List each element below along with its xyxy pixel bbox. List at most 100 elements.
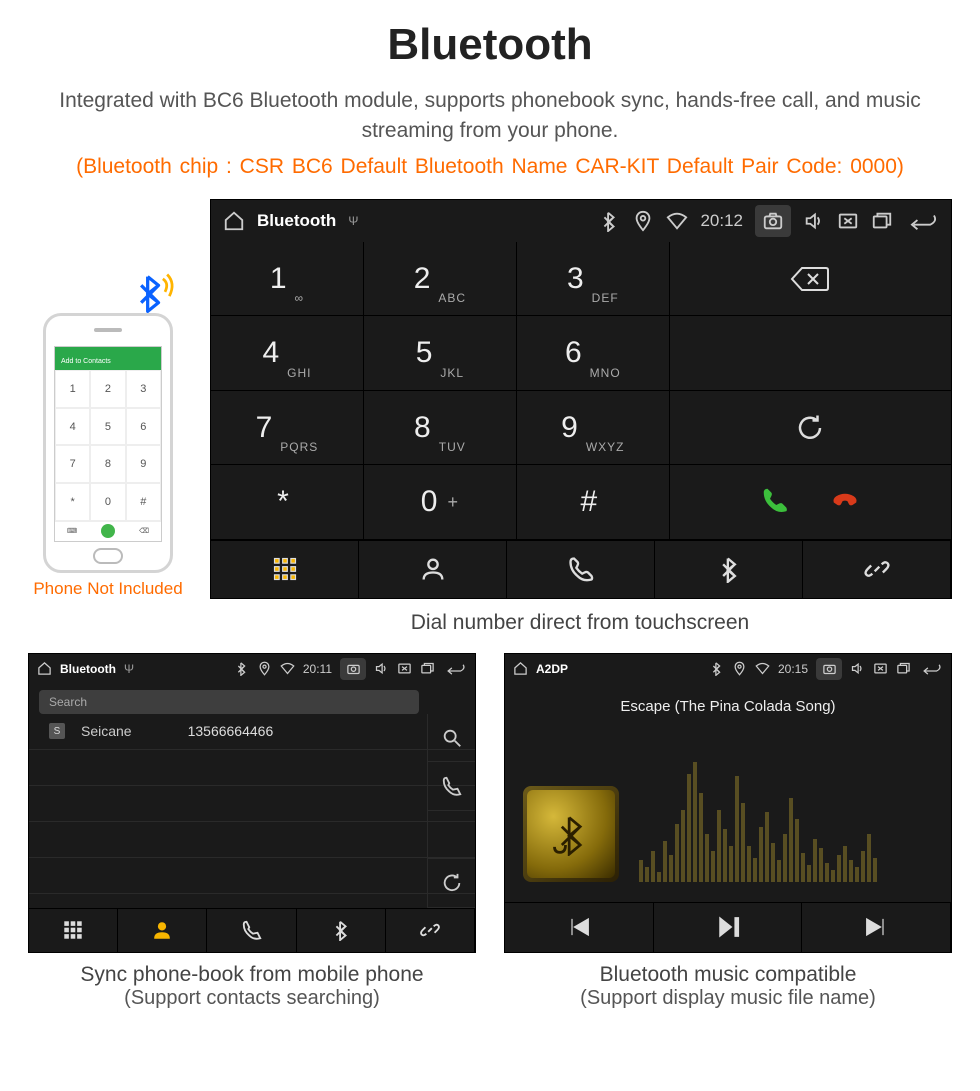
bluetooth-status-icon [234, 661, 249, 676]
dialer-screenshot: Bluetooth Ψ 20:12 1∞ 2ABC 3DEF 4GHI [210, 199, 952, 599]
screenshot-button[interactable] [816, 658, 842, 680]
back-icon[interactable] [919, 661, 943, 676]
phone-add-contacts-label: Add to Contacts [61, 358, 111, 365]
recent-apps-icon[interactable] [896, 661, 911, 676]
location-icon [632, 210, 654, 232]
phone-illustration: Add to Contacts 123 456 789 *0# ⌨⌫ Phone… [28, 313, 188, 599]
app-title: Bluetooth [257, 211, 336, 231]
search-input[interactable]: Search [39, 690, 419, 714]
music-screenshot: A2DP 20:15 Escape (The Pina Colada Song) [504, 653, 952, 953]
pb-status-bar: Bluetooth Ψ 20:11 [29, 654, 475, 684]
contact-initial: S [49, 723, 65, 739]
contact-row-empty [29, 750, 475, 786]
nav-dialpad[interactable] [211, 541, 359, 598]
nav-calllog[interactable] [207, 909, 296, 952]
caption-dialer: Dial number direct from touchscreen [208, 611, 952, 635]
nav-bluetooth[interactable] [297, 909, 386, 952]
caption-music: Bluetooth music compatible (Support disp… [504, 963, 952, 1010]
contact-row-empty [29, 822, 475, 858]
caption-phonebook: Sync phone-book from mobile phone (Suppo… [28, 963, 476, 1010]
key-8[interactable]: 8TUV [364, 391, 517, 466]
phonebook-screenshot: Bluetooth Ψ 20:11 Search [28, 653, 476, 953]
music-status-bar: A2DP 20:15 [505, 654, 951, 684]
bluetooth-status-icon [598, 210, 620, 232]
call-button[interactable] [760, 485, 790, 520]
key-1[interactable]: 1∞ [211, 242, 364, 317]
home-icon[interactable] [37, 661, 52, 676]
clock: 20:11 [303, 662, 332, 676]
home-icon[interactable] [223, 210, 245, 232]
volume-icon[interactable] [850, 661, 865, 676]
key-7[interactable]: 7PQRS [211, 391, 364, 466]
contact-number: 13566664466 [188, 723, 274, 739]
nav-calllog[interactable] [507, 541, 655, 598]
key-5[interactable]: 5JKL [364, 316, 517, 391]
app-title: A2DP [536, 662, 568, 676]
page-subtitle: Integrated with BC6 Bluetooth module, su… [50, 86, 930, 147]
back-icon[interactable] [443, 661, 467, 676]
key-0[interactable]: 0+ [364, 465, 517, 540]
pb-bottom-nav [29, 908, 475, 952]
close-app-icon[interactable] [837, 210, 859, 232]
nav-contacts[interactable] [359, 541, 507, 598]
contact-row[interactable]: S Seicane 13566664466 [29, 714, 475, 750]
recent-apps-icon[interactable] [871, 210, 893, 232]
phone-not-included-note: Phone Not Included [28, 579, 188, 599]
bluetooth-status-icon [709, 661, 724, 676]
home-icon[interactable] [513, 661, 528, 676]
nav-pair[interactable] [803, 541, 951, 598]
location-icon [257, 661, 272, 676]
wifi-icon [755, 661, 770, 676]
contact-name: Seicane [81, 723, 132, 739]
spec-line: (Bluetooth chip : CSR BC6 Default Blueto… [28, 155, 952, 179]
nav-dialpad[interactable] [29, 909, 118, 952]
recent-apps-icon[interactable] [420, 661, 435, 676]
wifi-icon [280, 661, 295, 676]
key-3[interactable]: 3DEF [517, 242, 670, 317]
screenshot-button[interactable] [755, 205, 791, 237]
contact-row-empty [29, 858, 475, 894]
nav-contacts[interactable] [118, 909, 207, 952]
page-title: Bluetooth [28, 20, 952, 70]
volume-icon[interactable] [374, 661, 389, 676]
side-call-button[interactable] [427, 762, 475, 811]
dial-keypad: 1∞ 2ABC 3DEF 4GHI 5JKL 6MNO 7PQRS 8TUV 9… [211, 242, 670, 540]
key-9[interactable]: 9WXYZ [517, 391, 670, 466]
song-title: Escape (The Pina Colada Song) [620, 698, 835, 715]
key-hash[interactable]: # [517, 465, 670, 540]
contact-row-empty [29, 786, 475, 822]
phone-mockup: Add to Contacts 123 456 789 *0# ⌨⌫ [43, 313, 173, 573]
key-star[interactable]: * [211, 465, 364, 540]
nav-bluetooth[interactable] [655, 541, 803, 598]
usb-icon: Ψ [124, 662, 134, 676]
bluetooth-badge-icon [126, 268, 178, 325]
key-2[interactable]: 2ABC [364, 242, 517, 317]
key-6[interactable]: 6MNO [517, 316, 670, 391]
clock: 20:12 [700, 211, 743, 231]
music-controls [505, 902, 951, 952]
screenshot-button[interactable] [340, 658, 366, 680]
volume-icon[interactable] [803, 210, 825, 232]
play-pause-button[interactable] [654, 903, 803, 952]
backspace-button[interactable] [670, 242, 951, 317]
back-icon[interactable] [905, 210, 939, 232]
side-refresh-button[interactable] [427, 859, 475, 908]
usb-icon: Ψ [348, 214, 358, 228]
wifi-icon [666, 210, 688, 232]
hangup-button[interactable] [830, 485, 860, 520]
close-app-icon[interactable] [873, 661, 888, 676]
redial-button[interactable] [670, 391, 951, 466]
bottom-nav [211, 540, 951, 598]
nav-pair[interactable] [386, 909, 475, 952]
key-4[interactable]: 4GHI [211, 316, 364, 391]
location-icon [732, 661, 747, 676]
clock: 20:15 [778, 662, 808, 676]
next-track-button[interactable] [802, 903, 951, 952]
close-app-icon[interactable] [397, 661, 412, 676]
status-bar: Bluetooth Ψ 20:12 [211, 200, 951, 242]
app-title: Bluetooth [60, 662, 116, 676]
side-search-button[interactable] [427, 714, 475, 763]
album-art [523, 786, 619, 882]
equalizer-visual [639, 762, 933, 882]
prev-track-button[interactable] [505, 903, 654, 952]
